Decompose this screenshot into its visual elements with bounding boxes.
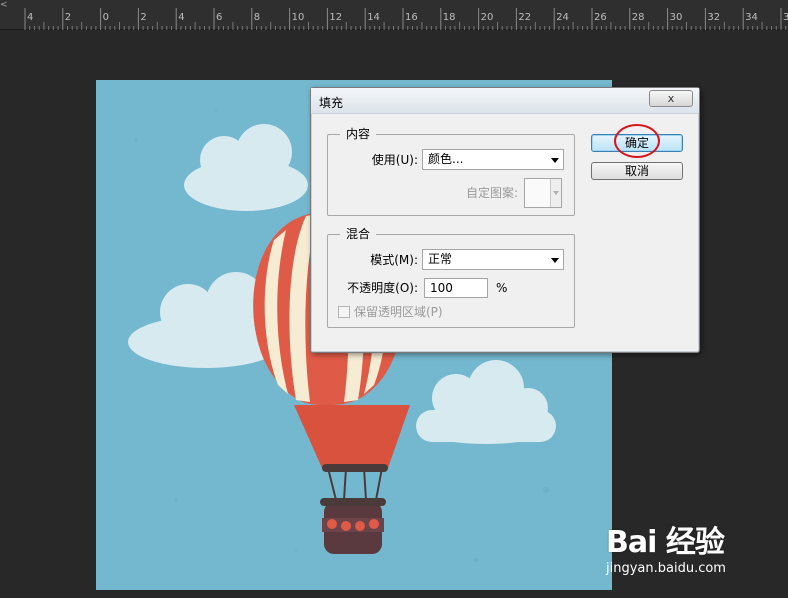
cloud-top-left	[184, 124, 308, 211]
mode-label: 模式(M):	[370, 253, 418, 267]
close-icon: x	[667, 92, 675, 105]
blend-group-legend: 混合	[340, 227, 377, 241]
blend-group: 混合 模式(M): 正常 不透明度(O): % 保留透明区域(P)	[327, 227, 575, 328]
ruler-label: 36	[783, 12, 788, 23]
ruler-label: 16	[405, 12, 418, 23]
dialog-title: 填充	[319, 96, 344, 110]
use-select-value: 颜色...	[428, 152, 464, 166]
content-group-legend: 内容	[340, 127, 377, 141]
watermark-url: jingyan.baidu.com	[606, 561, 726, 576]
mode-select[interactable]: 正常	[422, 249, 564, 270]
top-ruler[interactable]: < 42024681012141618202224262830323436	[0, 0, 788, 30]
chevron-down-icon	[551, 258, 559, 263]
opacity-label: 不透明度(O):	[347, 281, 418, 295]
ruler-label: 26	[594, 12, 607, 23]
cloud-right	[416, 360, 556, 444]
ruler-label: 34	[745, 12, 758, 23]
watermark-logo: Bai 经验	[606, 525, 725, 560]
ruler-label: 8	[253, 12, 261, 23]
ruler-label: 24	[556, 12, 569, 23]
opacity-input[interactable]	[424, 278, 488, 298]
ruler-label: 14	[367, 12, 380, 23]
balloon-basket	[320, 498, 386, 554]
balloon-ring	[322, 464, 388, 472]
ruler-label: 20	[480, 12, 494, 23]
cancel-button[interactable]: 取消	[591, 162, 683, 180]
use-select[interactable]: 颜色...	[422, 149, 564, 170]
custom-pattern-picker[interactable]	[524, 178, 562, 208]
ruler-label: 28	[631, 12, 645, 23]
dialog-titlebar[interactable]: 填充 x	[311, 88, 699, 114]
preserve-transparency-checkbox[interactable]	[338, 306, 350, 318]
ruler-label: 10	[291, 12, 305, 23]
ruler-label: 6	[216, 12, 223, 23]
ruler-label: 4	[178, 12, 185, 23]
ruler-label: 18	[442, 12, 456, 23]
ruler-label: 2	[64, 12, 72, 23]
balloon-ropes	[327, 467, 383, 501]
ruler-label: 30	[669, 12, 683, 23]
preserve-transparency-label: 保留透明区域(P)	[354, 305, 443, 319]
chevron-down-icon	[553, 191, 559, 195]
cancel-button-label: 取消	[624, 164, 649, 178]
baidu-watermark: Bai 经验 jingyan.baidu.com	[600, 515, 780, 585]
ruler-labels: 42024681012141618202224262830323436	[0, 12, 788, 26]
mode-select-value: 正常	[428, 252, 453, 266]
use-label: 使用(U):	[371, 153, 418, 167]
chevron-down-icon	[551, 158, 559, 163]
content-group: 内容 使用(U): 颜色... 自定图案:	[327, 127, 575, 216]
annotation-circle	[614, 124, 660, 158]
close-button[interactable]: x	[649, 90, 693, 107]
opacity-unit: %	[496, 281, 508, 295]
custom-pattern-label: 自定图案:	[465, 186, 518, 200]
ruler-label: 2	[140, 12, 147, 23]
ruler-label: 32	[707, 12, 721, 23]
ruler-label: 22	[518, 12, 532, 23]
ruler-label: 4	[27, 12, 34, 23]
ruler-label: 0	[102, 12, 109, 23]
ruler-label: 12	[329, 12, 343, 23]
